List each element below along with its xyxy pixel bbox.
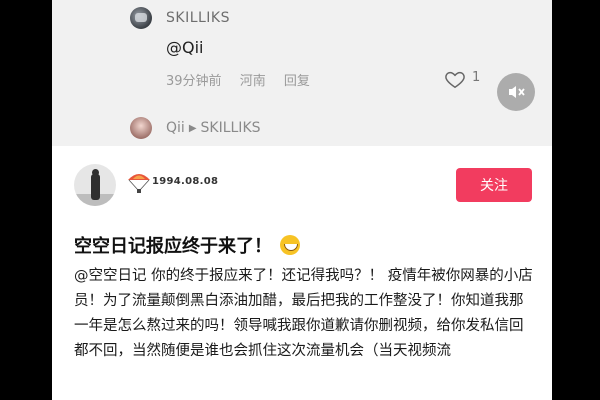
- comment-location: 河南: [239, 74, 266, 89]
- comment-meta: 39分钟前 河南 回复: [166, 70, 324, 89]
- grin-emoji-icon: [280, 235, 300, 255]
- play-arrow-icon: ▶: [188, 123, 197, 134]
- comment-username[interactable]: SKILLIKS: [166, 10, 230, 26]
- post-avatar[interactable]: [74, 164, 116, 206]
- reply-preview[interactable]: Qii ▶ SKILLIKS: [166, 120, 261, 136]
- app-screen: SKILLIKS @Qii 39分钟前 河南 回复 1 Qii ▶ SKILLIKS: [52, 0, 552, 400]
- reply-to: SKILLIKS: [200, 120, 261, 136]
- reply-button[interactable]: 回复: [284, 74, 310, 89]
- reply-from: Qii: [166, 120, 185, 136]
- like-count: 1: [472, 70, 481, 85]
- post-title-text: 空空日记报应终于来了！: [74, 236, 272, 257]
- parachute-icon: [128, 174, 150, 193]
- mute-icon: [509, 86, 525, 98]
- comment-text: @Qii: [166, 38, 204, 57]
- post-username[interactable]: 1994.08.08: [152, 176, 218, 187]
- mute-button[interactable]: [497, 73, 535, 111]
- reply-avatar[interactable]: [130, 117, 152, 139]
- heart-icon[interactable]: [444, 68, 466, 90]
- post-title: 空空日记报应终于来了！: [74, 232, 300, 258]
- post-card: 1994.08.08 关注 空空日记报应终于来了！ @空空日记 你的终于报应来了…: [52, 146, 552, 400]
- follow-button[interactable]: 关注: [456, 168, 532, 202]
- comment-time: 39分钟前: [166, 74, 222, 89]
- post-body: @空空日记 你的终于报应来了！还记得我吗？！ 疫情年被你网暴的小店员！为了流量颠…: [74, 268, 533, 359]
- avatar[interactable]: [130, 7, 152, 29]
- comment-card: SKILLIKS @Qii 39分钟前 河南 回复 1 Qii ▶ SKILLIKS: [52, 0, 552, 146]
